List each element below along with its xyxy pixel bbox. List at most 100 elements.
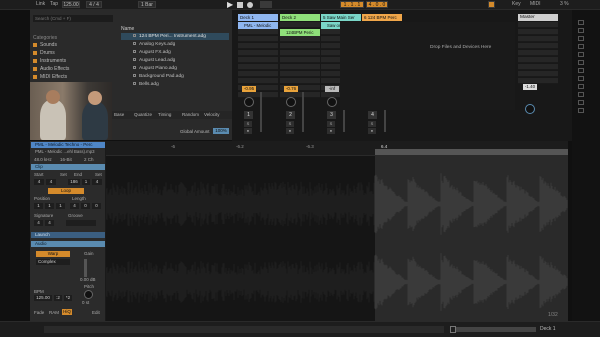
follow-button[interactable] (488, 1, 495, 8)
track-activator[interactable]: 3 (327, 111, 336, 119)
clip-slot[interactable] (238, 29, 278, 35)
arm-button[interactable]: ● (327, 128, 335, 134)
signature-denominator[interactable]: 4 (45, 220, 54, 226)
side-panel-icon[interactable] (578, 20, 584, 25)
warp-mode-select[interactable]: Complex (36, 259, 70, 265)
end-beat[interactable]: 1 (82, 179, 90, 185)
clip-slot[interactable] (280, 50, 320, 56)
track-activator[interactable]: 1 (244, 111, 253, 119)
master-volume-knob[interactable] (525, 104, 535, 114)
side-panel-icon[interactable] (578, 44, 584, 49)
solo-button[interactable]: S (327, 121, 335, 127)
file-item[interactable]: Background Pad.adg (121, 73, 229, 80)
scene-launch[interactable] (518, 57, 558, 63)
groove-select[interactable] (66, 220, 96, 226)
overdub-button[interactable] (260, 1, 272, 8)
record-icon[interactable] (247, 2, 253, 8)
arm-button[interactable]: ● (286, 128, 294, 134)
pan-knob[interactable] (286, 97, 296, 107)
hiq-toggle[interactable]: HiQ (62, 309, 72, 315)
search-input[interactable]: Search (Cmd + F) (33, 15, 113, 22)
file-item[interactable]: August Lead.adg (121, 57, 229, 64)
half-tempo-button[interactable]: :2 (54, 295, 62, 301)
track-volume[interactable]: -0.76 (284, 86, 298, 92)
horizontal-scrollbar[interactable] (44, 326, 444, 333)
pan-knob[interactable] (327, 97, 337, 107)
side-panel-icon[interactable] (578, 92, 584, 97)
loop-length[interactable]: 4 . 0 . 0 (366, 1, 388, 8)
clip-slot[interactable] (280, 92, 320, 98)
clip-slot[interactable] (280, 71, 320, 77)
link-button[interactable]: Link (36, 1, 45, 8)
scene-launch[interactable] (518, 43, 558, 49)
clip-slot[interactable] (238, 50, 278, 56)
side-panel-icon[interactable] (578, 84, 584, 89)
meter-field[interactable]: 4 / 4 (86, 1, 102, 8)
loop-button[interactable]: Loop (48, 188, 84, 194)
track-activator[interactable]: 2 (286, 111, 295, 119)
edit-button[interactable]: Edit (92, 310, 100, 315)
pan-knob[interactable] (244, 97, 254, 107)
drop-zone[interactable] (340, 22, 515, 110)
end-sixteenth[interactable]: 4 (92, 179, 102, 185)
clip-slot[interactable] (280, 57, 320, 63)
arm-button[interactable]: ● (368, 128, 376, 134)
file-item[interactable]: August FX.adg (121, 49, 229, 56)
clip-slot[interactable] (238, 57, 278, 63)
scene-launch[interactable] (518, 29, 558, 35)
clip-slot[interactable] (280, 36, 320, 42)
length-sixteenth[interactable]: 0 (92, 203, 101, 209)
tempo-field[interactable]: 125.00 (62, 1, 80, 8)
side-panel-icon[interactable] (578, 108, 584, 113)
category-audio-effects[interactable]: Audio Effects (33, 66, 69, 72)
side-panel-icon[interactable] (578, 36, 584, 41)
signature-numerator[interactable]: 4 (34, 220, 43, 226)
master-track-header[interactable]: Master (518, 14, 558, 21)
side-panel-icon[interactable] (578, 52, 584, 57)
side-panel-icon[interactable] (578, 68, 584, 73)
scene-launch[interactable] (518, 22, 558, 28)
launch-section-header[interactable]: Launch (31, 232, 105, 238)
clip-slot[interactable] (280, 43, 320, 49)
ram-toggle[interactable]: RAM (49, 310, 59, 315)
scene-launch[interactable] (518, 64, 558, 70)
name-column-header[interactable]: Name (121, 26, 134, 32)
track-header[interactable]: Deck 1 (238, 14, 278, 21)
track-activator[interactable]: 4 (368, 111, 377, 119)
position-bar[interactable]: 1 (34, 203, 43, 209)
clip[interactable]: PML - Melodic (238, 22, 278, 29)
clip-slot[interactable] (238, 43, 278, 49)
clip-title[interactable]: PML - Melodic Techno - Perc (31, 142, 105, 148)
warp-button[interactable]: Warp (36, 251, 70, 257)
side-panel-icon[interactable] (578, 100, 584, 105)
tap-button[interactable]: Tap (50, 1, 58, 8)
length-bar[interactable]: 4 (70, 203, 79, 209)
pitch-knob[interactable] (84, 290, 93, 299)
midi-map-button[interactable]: MIDI (530, 1, 541, 8)
play-icon[interactable]: ▶ (227, 1, 233, 9)
fade-toggle[interactable]: Fade (34, 310, 44, 315)
scene-launch[interactable] (518, 50, 558, 56)
category-drums[interactable]: Drums (33, 50, 55, 56)
arm-button[interactable]: ● (244, 128, 252, 134)
solo-button[interactable]: S (286, 121, 294, 127)
quantize-select[interactable]: 1 Bar (138, 1, 156, 8)
file-item[interactable]: August Piano.adg (121, 65, 229, 72)
length-beat[interactable]: 0 (81, 203, 90, 209)
category-instruments[interactable]: Instruments (33, 58, 66, 64)
volume-fader[interactable] (302, 92, 304, 132)
gain-slider[interactable] (84, 259, 87, 277)
track-volume[interactable]: -inf (325, 86, 339, 92)
stop-icon[interactable] (237, 2, 243, 8)
clip-slot[interactable] (238, 71, 278, 77)
volume-fader[interactable] (260, 92, 262, 132)
side-panel-icon[interactable] (578, 76, 584, 81)
track-volume[interactable]: -0.95 (242, 86, 256, 92)
clip-slot[interactable] (280, 22, 320, 28)
solo-button[interactable]: S (244, 121, 252, 127)
clip-slot[interactable] (280, 64, 320, 70)
clip-slot[interactable] (280, 78, 320, 84)
side-panel-icon[interactable] (578, 60, 584, 65)
start-beat[interactable]: 4 (46, 179, 56, 185)
loop-brace[interactable] (375, 149, 568, 155)
